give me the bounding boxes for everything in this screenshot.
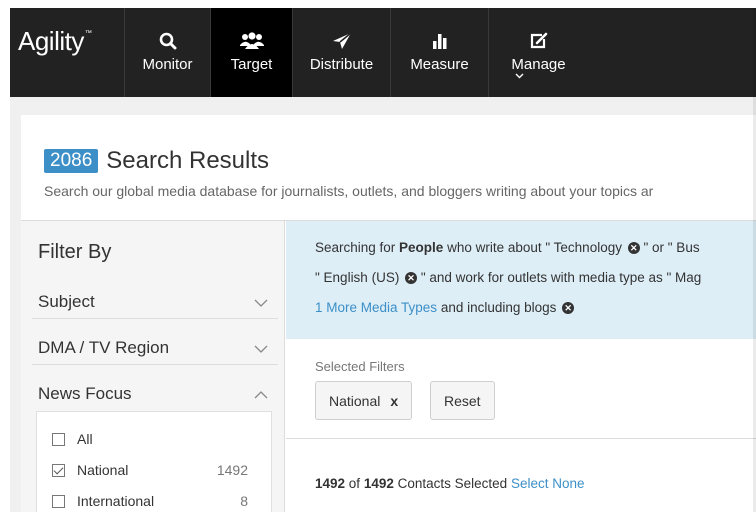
search-summary-line: " English (US) ✕ " and work for outlets … (315, 270, 702, 285)
agility-logo[interactable]: Agility ™ (10, 8, 124, 97)
selection-status: 1492 of 1492 Contacts Selected Select No… (315, 476, 585, 491)
nav-measure[interactable]: Measure (390, 8, 488, 97)
page-subtitle: Search our global media database for jou… (44, 183, 654, 199)
search-icon (159, 30, 177, 52)
page-title: Search Results (106, 147, 270, 174)
remove-filter-button[interactable]: x (390, 393, 398, 409)
nav-target[interactable]: Target (210, 8, 292, 97)
selected-filters-label: Selected Filters (315, 359, 405, 374)
chevron-down-icon (254, 345, 268, 353)
option-count: 1492 (216, 462, 248, 478)
panel-divider (286, 438, 756, 439)
facet-dma-tv-region[interactable]: DMA / TV Region (38, 338, 278, 364)
filter-chip-national[interactable]: National x (315, 381, 413, 420)
option-international[interactable]: International 8 (52, 493, 248, 509)
people-icon (239, 30, 264, 52)
more-media-types-link[interactable]: 1 More Media Types (315, 300, 437, 315)
edit-icon (529, 30, 549, 52)
checkbox-all[interactable] (52, 432, 65, 446)
option-national[interactable]: National 1492 (52, 462, 248, 478)
chevron-up-icon (254, 391, 268, 399)
filter-title: Filter By (38, 241, 112, 263)
nav-distribute[interactable]: Distribute (292, 8, 390, 97)
search-summary-line: 1 More Media Types and including blogs ✕ (315, 300, 575, 315)
checkbox-national[interactable] (52, 463, 65, 477)
bar-chart-icon (432, 30, 448, 52)
remove-term-icon[interactable]: ✕ (405, 272, 418, 285)
results-count-badge: 2086 (44, 149, 99, 173)
nav-manage[interactable]: Manage (488, 8, 588, 97)
option-all[interactable]: All (52, 431, 248, 447)
select-none-link[interactable]: Select None (511, 476, 585, 491)
option-count: 8 (240, 493, 248, 509)
checkbox-international[interactable] (52, 494, 65, 508)
results-header: 2086 Search Results (44, 147, 269, 175)
send-icon (332, 30, 352, 52)
search-summary-line: Searching for People who write about " T… (315, 240, 700, 255)
facet-divider (32, 318, 278, 319)
facet-subject[interactable]: Subject (38, 292, 278, 318)
chevron-down-icon (515, 73, 524, 79)
nav-monitor[interactable]: Monitor (124, 8, 210, 97)
remove-term-icon[interactable]: ✕ (627, 242, 640, 255)
remove-term-icon[interactable]: ✕ (562, 302, 575, 315)
reset-button[interactable]: Reset (430, 381, 495, 420)
facet-divider (32, 364, 278, 365)
facet-news-focus[interactable]: News Focus (38, 384, 278, 410)
top-nav: Agility ™ Monitor Target Distribute Measu… (10, 8, 756, 97)
chevron-down-icon (254, 299, 268, 307)
